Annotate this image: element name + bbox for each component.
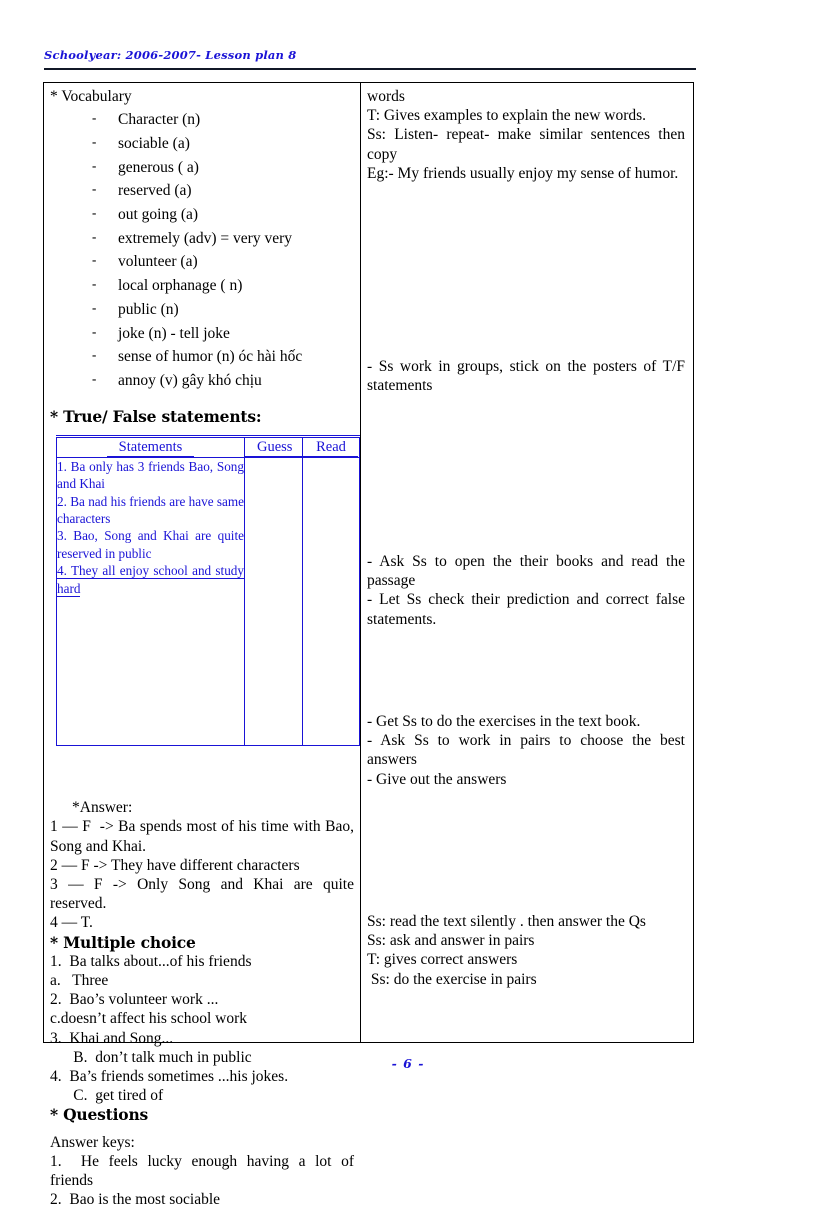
column-header-label: Guess [245,438,305,457]
vocabulary-list: - Character (n) - sociable (a) - generous (… [50,108,354,392]
bullet-dash-icon: - [92,157,97,173]
tf-statement: 1. Ba only has 3 friends Bao, Song and K… [57,458,244,492]
multiple-choice-line: a. Three [50,971,109,989]
list-item: - generous ( a) [50,156,354,180]
column-header-guess: Guess [244,435,305,458]
bullet-dash-icon: - [92,370,97,386]
vocabulary-term: local orphanage ( n) [118,277,243,295]
multiple-choice-line: 3. Khai and Song... [50,1029,174,1047]
multiple-choice-line: c.doesn’t affect his school work [50,1010,248,1028]
true-false-table-wrapper: Statements Guess Read 1. Ba only has 3 f… [56,434,360,747]
vocabulary-term: joke (n) - tell joke [118,324,230,342]
tf-statement: 2. Ba nad his friends are have same char… [57,493,244,527]
list-item: - Character (n) [50,108,354,132]
bullet-dash-icon: - [92,205,97,221]
answer-line: 4 — T. [50,914,93,932]
column-header-label: Statements [106,438,195,457]
questions-heading: * Questions [50,1105,149,1125]
header-schoolyear-text: Schoolyear: 2006-2007- Lesson plan 8 [44,48,297,62]
guess-answer-cell[interactable] [244,456,303,747]
multiple-choice-line: 1. Ba talks about...of his friends [50,952,252,970]
bullet-dash-icon: - [92,252,97,268]
vocabulary-term: sociable (a) [118,134,190,152]
vocabulary-term: out going (a) [118,206,199,224]
list-item: - extremely (adv) = very very [50,227,354,251]
activity-block-vocabulary: words T: Gives examples to explain the n… [367,88,685,182]
table-header-row: Statements Guess Read [56,435,360,458]
list-item: - local orphanage ( n) [50,274,354,298]
multiple-choice-line: C. get tired of [50,1087,164,1105]
answer-key-item: 1. He feels lucky enough having a lot of… [50,1152,374,1189]
vocabulary-term: sense of humor (n) óc hài hốc [118,348,303,366]
lesson-content-column: * Vocabulary - Character (n) - sociable (a… [44,83,361,1208]
column-header-statements: Statements [56,435,245,458]
list-item: - annoy (v) gây khó chịu [50,369,354,393]
tf-statement: 3. Bao, Song and Khai are quite reserved… [57,528,244,561]
teacher-student-activities-column: words T: Gives examples to explain the n… [361,83,693,1042]
page-header: Schoolyear: 2006-2007- Lesson plan 8 [44,48,696,70]
activity-block-exercises: - Get Ss to do the exercises in the text… [367,713,685,788]
list-item: - joke (n) - tell joke [50,322,354,346]
list-item: - public (n) [50,298,354,322]
tf-statement: 4. They all enjoy school and study hard [57,562,244,597]
vocabulary-term: reserved (a) [118,182,192,200]
vocabulary-term: volunteer (a) [118,253,198,271]
answer-line: 1 — F -> Ba spends most of his time with… [50,818,358,855]
list-item: - out going (a) [50,203,354,227]
true-false-heading: * True/ False statements: [50,406,262,426]
vocabulary-term: public (n) [118,300,179,318]
activity-block-answer-pairs: Ss: read the text silently . then answer… [367,913,646,988]
bullet-dash-icon: - [92,133,97,149]
header-divider-rule [44,68,696,70]
column-header-read: Read [302,435,360,458]
column-header-label: Read [304,438,358,457]
page-number: - 6 - [391,1056,425,1071]
statements-cell: 1. Ba only has 3 friends Bao, Song and K… [56,456,245,747]
true-false-table: Statements Guess Read 1. Ba only has 3 f… [56,434,360,747]
page-footer: - 6 - [0,1055,816,1073]
answer-keys-heading: Answer keys: [50,1133,135,1151]
answer-key-item: 2. Bao is the most sociable [50,1191,221,1209]
vocabulary-term: generous ( a) [118,158,199,176]
answer-line: 2 — F -> They have different characters [50,856,300,874]
answer-heading: *Answer: [72,799,133,817]
statements-cell-filler [57,597,244,745]
table-row: 1. Ba only has 3 friends Bao, Song and K… [56,456,360,747]
vocabulary-term: extremely (adv) = very very [118,229,292,247]
list-item: - sense of humor (n) óc hài hốc [50,345,354,369]
vocabulary-heading: * Vocabulary [50,88,132,105]
multiple-choice-heading: * Multiple choice [50,932,196,952]
vocabulary-term: Character (n) [118,111,201,129]
activity-block-group-work: - Ss work in groups, stick on the poster… [367,358,689,395]
read-answer-cell[interactable] [302,456,360,747]
lesson-plan-table: * Vocabulary - Character (n) - sociable (a… [43,82,694,1208]
bullet-dash-icon: - [92,110,97,126]
bullet-dash-icon: - [92,323,97,339]
answer-line: 3 — F -> Only Song and Khai are quite re… [50,875,358,913]
activity-block-reading: - Ask Ss to open the their books and rea… [367,553,685,628]
bullet-dash-icon: - [92,347,97,363]
list-item: - sociable (a) [50,132,354,156]
bullet-dash-icon: - [92,299,97,315]
list-item: - volunteer (a) [50,250,354,274]
bullet-dash-icon: - [92,276,97,292]
multiple-choice-line: 2. Bao’s volunteer work ... [50,991,219,1009]
list-item: - reserved (a) [50,179,354,203]
bullet-dash-icon: - [92,181,97,197]
tf-statement-text: 4. They all enjoy school and study hard [57,563,244,597]
bullet-dash-icon: - [92,228,97,244]
vocabulary-term: annoy (v) gây khó chịu [118,371,262,389]
